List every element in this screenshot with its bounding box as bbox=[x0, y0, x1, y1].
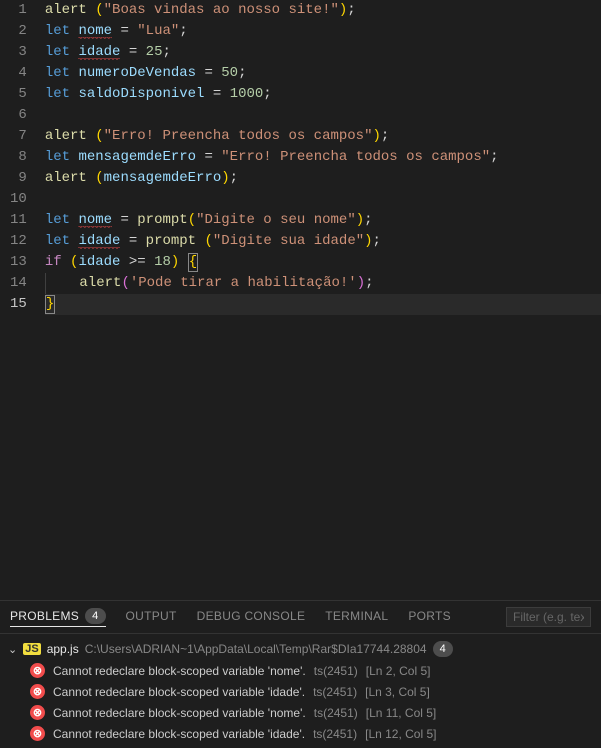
line-number-gutter: 123456789101112131415 bbox=[0, 0, 45, 600]
problems-file-header[interactable]: ⌄ JS app.js C:\Users\ADRIAN~1\AppData\Lo… bbox=[0, 638, 601, 660]
line-number: 6 bbox=[10, 105, 27, 126]
problem-code: ts(2451) bbox=[313, 727, 357, 741]
line-number: 5 bbox=[10, 84, 27, 105]
js-file-icon: JS bbox=[23, 643, 40, 655]
error-icon: ⊗ bbox=[30, 684, 45, 699]
tab-terminal[interactable]: TERMINAL bbox=[325, 609, 388, 625]
code-line[interactable]: alert ("Boas vindas ao nosso site!"); bbox=[45, 0, 601, 21]
line-number: 3 bbox=[10, 42, 27, 63]
error-icon: ⊗ bbox=[30, 705, 45, 720]
code-line[interactable]: alert (mensagemdeErro); bbox=[45, 168, 601, 189]
line-number: 1 bbox=[10, 0, 27, 21]
chevron-down-icon: ⌄ bbox=[8, 643, 17, 656]
tab-output[interactable]: OUTPUT bbox=[126, 609, 177, 625]
problem-message: Cannot redeclare block-scoped variable '… bbox=[53, 727, 305, 741]
code-line[interactable]: alert('Pode tirar a habilitação!'); bbox=[45, 273, 601, 294]
bottom-panel: PROBLEMS 4 OUTPUT DEBUG CONSOLE TERMINAL… bbox=[0, 600, 601, 748]
problem-message: Cannot redeclare block-scoped variable '… bbox=[53, 685, 305, 699]
line-number: 14 bbox=[10, 273, 27, 294]
tab-problems-label: PROBLEMS bbox=[10, 609, 79, 623]
line-number: 2 bbox=[10, 21, 27, 42]
code-line[interactable]: let numeroDeVendas = 50; bbox=[45, 63, 601, 84]
problem-location: [Ln 12, Col 5] bbox=[365, 727, 436, 741]
error-icon: ⊗ bbox=[30, 663, 45, 678]
line-number: 12 bbox=[10, 231, 27, 252]
problem-code: ts(2451) bbox=[314, 706, 358, 720]
error-icon: ⊗ bbox=[30, 726, 45, 741]
problems-items: ⊗ Cannot redeclare block-scoped variable … bbox=[0, 660, 601, 744]
line-number: 8 bbox=[10, 147, 27, 168]
tab-ports[interactable]: PORTS bbox=[408, 609, 451, 625]
problem-message: Cannot redeclare block-scoped variable '… bbox=[53, 664, 306, 678]
code-line[interactable]: } bbox=[45, 294, 601, 315]
code-line[interactable]: let idade = 25; bbox=[45, 42, 601, 63]
line-number: 13 bbox=[10, 252, 27, 273]
problems-file-path: C:\Users\ADRIAN~1\AppData\Local\Temp\Rar… bbox=[85, 642, 427, 656]
code-line[interactable]: let saldoDisponivel = 1000; bbox=[45, 84, 601, 105]
code-content[interactable]: alert ("Boas vindas ao nosso site!");let… bbox=[45, 0, 601, 600]
problem-location: [Ln 11, Col 5] bbox=[366, 706, 437, 720]
problem-location: [Ln 3, Col 5] bbox=[365, 685, 430, 699]
problem-row[interactable]: ⊗ Cannot redeclare block-scoped variable … bbox=[0, 723, 601, 744]
problems-filter-input[interactable] bbox=[506, 607, 591, 627]
line-number: 9 bbox=[10, 168, 27, 189]
problem-code: ts(2451) bbox=[314, 664, 358, 678]
code-line[interactable]: alert ("Erro! Preencha todos os campos")… bbox=[45, 126, 601, 147]
problem-location: [Ln 2, Col 5] bbox=[366, 664, 431, 678]
line-number: 7 bbox=[10, 126, 27, 147]
line-number: 4 bbox=[10, 63, 27, 84]
problems-file-name: app.js bbox=[47, 642, 79, 656]
panel-tabs: PROBLEMS 4 OUTPUT DEBUG CONSOLE TERMINAL… bbox=[0, 601, 601, 634]
code-line[interactable]: let nome = "Lua"; bbox=[45, 21, 601, 42]
line-number: 10 bbox=[10, 189, 27, 210]
problem-row[interactable]: ⊗ Cannot redeclare block-scoped variable … bbox=[0, 702, 601, 723]
tab-debug-console[interactable]: DEBUG CONSOLE bbox=[197, 609, 306, 625]
problems-file-count: 4 bbox=[433, 641, 453, 657]
problem-code: ts(2451) bbox=[313, 685, 357, 699]
line-number: 15 bbox=[10, 294, 27, 315]
tab-problems[interactable]: PROBLEMS 4 bbox=[10, 608, 106, 627]
code-line[interactable]: if (idade >= 18) { bbox=[45, 252, 601, 273]
problems-list: ⌄ JS app.js C:\Users\ADRIAN~1\AppData\Lo… bbox=[0, 634, 601, 748]
problems-badge: 4 bbox=[85, 608, 105, 624]
line-number: 11 bbox=[10, 210, 27, 231]
code-line[interactable] bbox=[45, 105, 601, 126]
code-line[interactable] bbox=[45, 189, 601, 210]
code-line[interactable]: let idade = prompt ("Digite sua idade"); bbox=[45, 231, 601, 252]
code-line[interactable]: let nome = prompt("Digite o seu nome"); bbox=[45, 210, 601, 231]
problem-row[interactable]: ⊗ Cannot redeclare block-scoped variable … bbox=[0, 681, 601, 702]
code-editor[interactable]: 123456789101112131415 alert ("Boas vinda… bbox=[0, 0, 601, 600]
problem-message: Cannot redeclare block-scoped variable '… bbox=[53, 706, 306, 720]
code-line[interactable]: let mensagemdeErro = "Erro! Preencha tod… bbox=[45, 147, 601, 168]
problem-row[interactable]: ⊗ Cannot redeclare block-scoped variable … bbox=[0, 660, 601, 681]
